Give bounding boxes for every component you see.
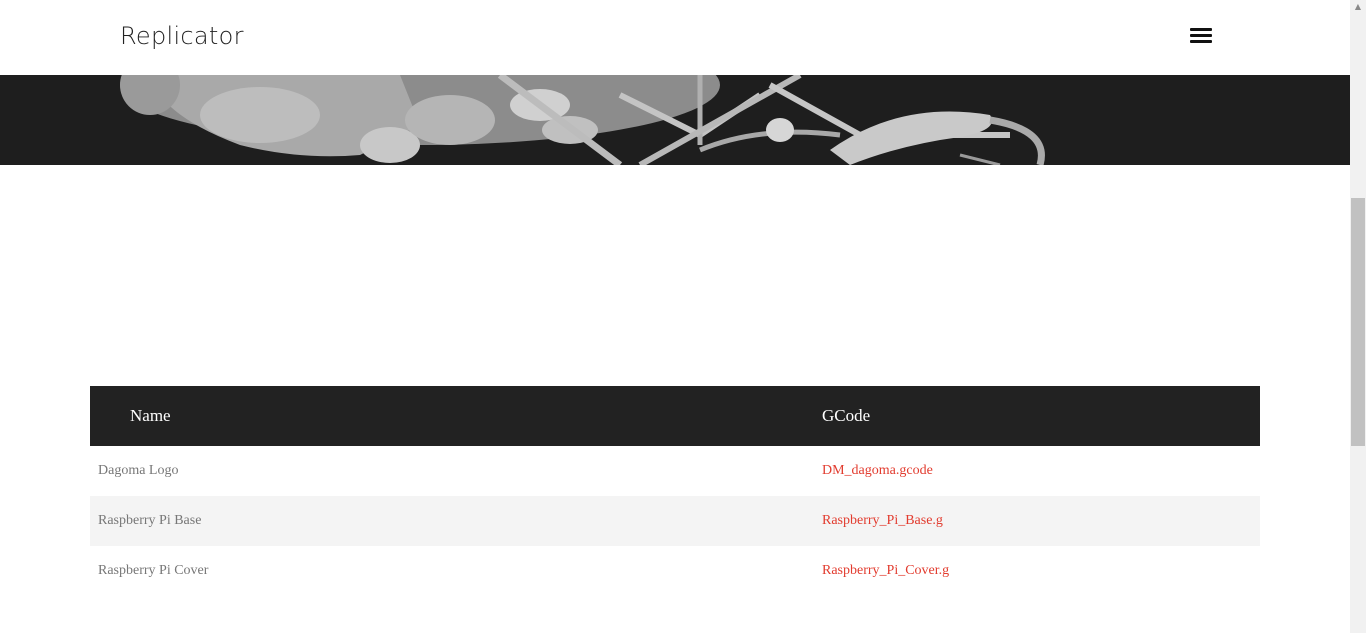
table-header-row: Name GCode [90,386,1260,446]
page: Replicator Name GCode Dagoma Logo DM_dag… [0,0,1350,633]
gcode-link[interactable]: DM_dagoma.gcode [822,463,933,478]
navbar: Replicator [0,0,1350,75]
table-row: Raspberry Pi Cover Raspberry_Pi_Cover.g [90,546,1260,596]
gcode-link[interactable]: Raspberry_Pi_Base.g [822,513,943,528]
row-name: Dagoma Logo [98,463,179,478]
gcode-table: Name GCode Dagoma Logo DM_dagoma.gcode R… [90,386,1260,596]
menu-toggle-button[interactable] [1185,24,1217,48]
brand-logo[interactable]: Replicator [120,22,244,50]
hamburger-icon [1190,28,1212,31]
scrollbar-thumb[interactable] [1351,198,1365,446]
vertical-scrollbar[interactable]: ▲ [1350,0,1366,633]
row-name: Raspberry Pi Base [98,513,202,528]
hero-image [0,75,1350,165]
hero-photo [0,75,1350,165]
gcode-link[interactable]: Raspberry_Pi_Cover.g [822,563,949,578]
table-row: Dagoma Logo DM_dagoma.gcode [90,446,1260,496]
table-row: Raspberry Pi Base Raspberry_Pi_Base.g [90,496,1260,546]
column-header-gcode: GCode [822,406,871,425]
column-header-name: Name [130,406,171,425]
scroll-up-arrow-icon[interactable]: ▲ [1350,0,1366,14]
row-name: Raspberry Pi Cover [98,563,209,578]
